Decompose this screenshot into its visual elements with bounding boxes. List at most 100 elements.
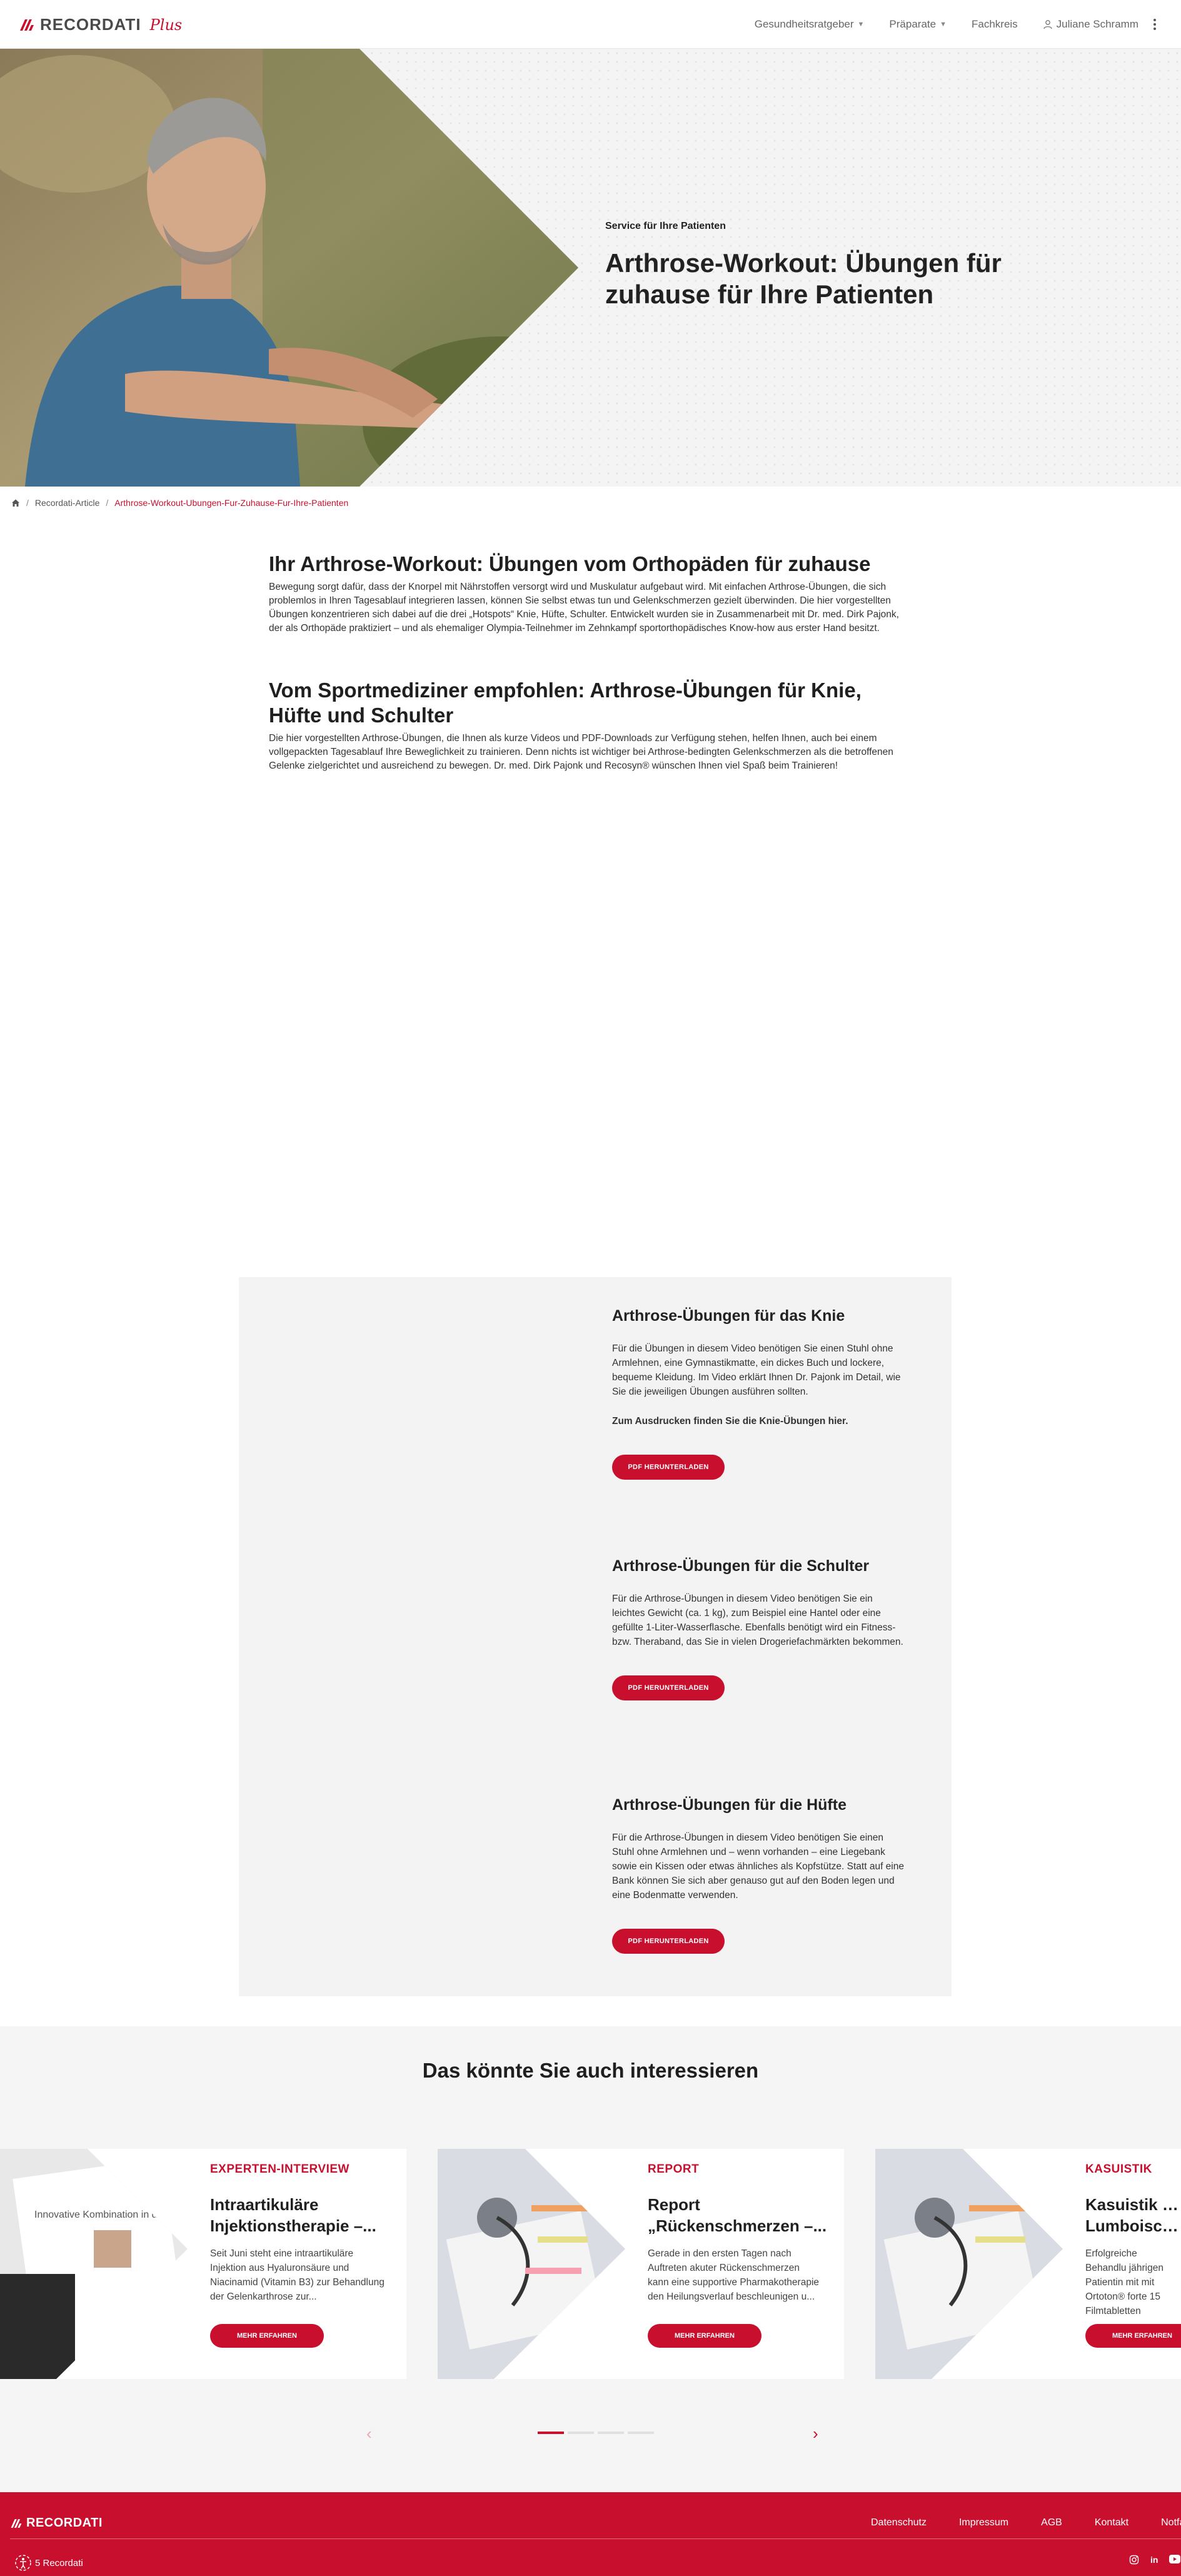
section-heading: Ihr Arthrose-Workout: Übungen vom Orthop… (269, 552, 871, 575)
footer-divider (10, 2538, 1181, 2539)
section-text: Die hier vorgestellten Arthrose-Übungen,… (269, 733, 893, 771)
article-section-exercises: Vom Sportmediziner empfohlen: Arthrose-Ü… (269, 678, 913, 773)
card-title: Intraartikuläre Injektionstherapie –... (210, 2194, 391, 2236)
exercise-title: Arthrose-Übungen für die Hüfte (612, 1796, 847, 1814)
card-teaser: Seit Juni steht eine intraartikuläre Inj… (210, 2248, 384, 2302)
card-image-stethoscope (875, 2149, 1063, 2379)
pdf-download-button[interactable]: PDF HERUNTERLADEN (612, 1675, 725, 1700)
exercise-title: Arthrose-Übungen für das Knie (612, 1307, 845, 1325)
card-kicker: EXPERTEN-INTERVIEW (210, 2163, 349, 2176)
page-title: Arthrose-Workout: Übungen für zuhause fü… (605, 248, 1002, 309)
exercise-shoulder: Arthrose-Übungen für die Schulter Für di… (612, 1557, 906, 1700)
instagram-icon[interactable] (1129, 2555, 1139, 2565)
exercise-text: Für die Arthrose-Übungen in diesem Video… (612, 1594, 903, 1647)
brand-name: RECORDATI (40, 15, 141, 34)
section-text: Bewegung sorgt dafür, dass der Knorpel m… (269, 582, 899, 634)
linkedin-icon[interactable]: in (1150, 2555, 1158, 2565)
more-button[interactable]: MEHR ERFAHREN (210, 2324, 324, 2348)
footer-link-kontakt[interactable]: Kontakt (1095, 2517, 1128, 2528)
section-heading: Vom Sportmediziner empfohlen: Arthrose-Ü… (269, 679, 862, 727)
home-icon[interactable] (11, 498, 20, 507)
footer-link-datenschutz[interactable]: Datenschutz (871, 2517, 927, 2528)
related-card[interactable]: REPORT Report „Rückenschmerzen –... Gera… (438, 2149, 844, 2379)
card-kicker: REPORT (648, 2163, 700, 2176)
footer-link-notfall[interactable]: Notfall (1161, 2517, 1181, 2528)
card-title-line: Intraartikuläre (210, 2195, 319, 2214)
nav-praeparate[interactable]: Präparate ▼ (889, 18, 947, 31)
social-links: in (1129, 2555, 1181, 2565)
brand-suffix: Plus (149, 16, 183, 34)
nav-label: Präparate (889, 18, 937, 30)
recordati-plus-logo[interactable]: RECORDATI Plus (19, 15, 182, 34)
slider-dot[interactable] (568, 2432, 594, 2434)
breadcrumb-separator: / (26, 498, 29, 508)
card-title-line: Report (648, 2195, 700, 2214)
exercise-title: Arthrose-Übungen für die Schulter (612, 1557, 870, 1575)
card-title-line: „Rückenschmerzen –... (648, 2216, 827, 2235)
footer-links: Datenschutz Impressum AGB Kontakt Notfal… (871, 2517, 1181, 2528)
chevron-down-icon: ▼ (940, 21, 947, 28)
page: RECORDATI Plus Gesundheitsratgeber ▼ Prä… (0, 0, 1181, 2576)
chevron-right-icon[interactable]: › (813, 2424, 818, 2443)
recordati-logo-icon (11, 2518, 22, 2528)
breadcrumb-separator: / (106, 498, 109, 508)
nav-gesundheitsratgeber[interactable]: Gesundheitsratgeber ▼ (755, 18, 865, 31)
hero-kicker: Service für Ihre Patienten (605, 221, 726, 231)
card-kicker: KASUISTIK (1085, 2163, 1152, 2176)
card-title: Report „Rückenschmerzen –... (648, 2194, 829, 2236)
exercise-text: Für die Arthrose-Übungen in diesem Video… (612, 1832, 904, 1901)
card-image-stethoscope (438, 2149, 625, 2379)
nav-fachkreis[interactable]: Fachkreis (972, 18, 1018, 31)
more-button[interactable]: MEHR ERFAHREN (648, 2324, 761, 2348)
exercise-knee: Arthrose-Übungen für das Knie Für die Üb… (612, 1307, 906, 1480)
exercise-downloads: Arthrose-Übungen für das Knie Für die Üb… (239, 1277, 952, 1996)
user-menu[interactable]: Juliane Schramm (1043, 18, 1138, 31)
slider-dot[interactable] (538, 2432, 564, 2434)
user-name: Juliane Schramm (1056, 18, 1138, 30)
pdf-download-button[interactable]: PDF HERUNTERLADEN (612, 1455, 725, 1480)
hero-section: Service für Ihre Patienten Arthrose-Work… (0, 49, 1181, 487)
breadcrumb-item[interactable]: Recordati-Article (35, 498, 99, 508)
copyright-text: 5 Recordati (35, 2557, 83, 2568)
card-image-brochure: Innovative Kombination in de (0, 2149, 188, 2379)
chevron-left-icon[interactable]: ‹ (366, 2424, 372, 2443)
main-nav: Gesundheitsratgeber ▼ Präparate ▼ Fachkr… (755, 0, 1156, 49)
more-button[interactable]: MEHR ERFAHREN (1085, 2324, 1181, 2348)
site-header: RECORDATI Plus Gesundheitsratgeber ▼ Prä… (0, 0, 1181, 49)
hero-image-man-stretching (0, 49, 578, 487)
exercise-note: Zum Ausdrucken finden Sie die Knie-Übung… (612, 1416, 848, 1427)
breadcrumb: / Recordati-Article / Arthrose-Workout-U… (11, 498, 348, 508)
related-articles: Das könnte Sie auch interessieren Innova… (0, 2026, 1181, 2495)
card-image-caption: Innovative Kombination in de (34, 2210, 163, 2220)
menu-dots-icon[interactable] (1153, 19, 1156, 30)
card-title-line: Kasuistik Orto (1085, 2195, 1181, 2214)
card-title-line: Lumboischial (1085, 2216, 1181, 2235)
slider-pagination (538, 2432, 654, 2434)
site-footer: RECORDATI Datenschutz Impressum AGB Kont… (0, 2492, 1181, 2576)
related-card[interactable]: KASUISTIK Kasuistik Orto Lumboischial Er… (875, 2149, 1181, 2379)
slider-dot[interactable] (628, 2432, 654, 2434)
card-teaser: Erfolgreiche Behandlu jährigen Patientin… (1085, 2248, 1163, 2316)
pdf-download-button[interactable]: PDF HERUNTERLADEN (612, 1929, 725, 1954)
accessibility-icon[interactable] (14, 2553, 33, 2572)
recordati-logo-icon (20, 19, 34, 31)
footer-copyright: 5 Recordati (14, 2553, 83, 2572)
card-title-line: Injektionstherapie –... (210, 2216, 376, 2235)
footer-logo[interactable]: RECORDATI (10, 2516, 103, 2530)
breadcrumb-current: Arthrose-Workout-Ubungen-Fur-Zuhause-Fur… (114, 498, 349, 508)
article-section-intro: Ihr Arthrose-Workout: Übungen vom Orthop… (269, 552, 913, 635)
footer-link-impressum[interactable]: Impressum (959, 2517, 1008, 2528)
related-card[interactable]: Innovative Kombination in de EXPERTEN-IN… (0, 2149, 406, 2379)
youtube-icon[interactable] (1169, 2555, 1181, 2563)
slider-dot[interactable] (598, 2432, 624, 2434)
user-icon (1043, 20, 1052, 29)
exercise-text: Für die Übungen in diesem Video benötige… (612, 1343, 901, 1397)
footer-brand: RECORDATI (26, 2516, 103, 2530)
footer-link-agb[interactable]: AGB (1041, 2517, 1062, 2528)
card-title: Kasuistik Orto Lumboischial (1085, 2194, 1181, 2236)
card-teaser: Gerade in den ersten Tagen nach Auftrete… (648, 2248, 820, 2302)
nav-label: Fachkreis (971, 18, 1018, 30)
chevron-down-icon: ▼ (857, 21, 865, 28)
related-heading: Das könnte Sie auch interessieren (422, 2059, 759, 2082)
exercise-hip: Arthrose-Übungen für die Hüfte Für die A… (612, 1796, 906, 1954)
